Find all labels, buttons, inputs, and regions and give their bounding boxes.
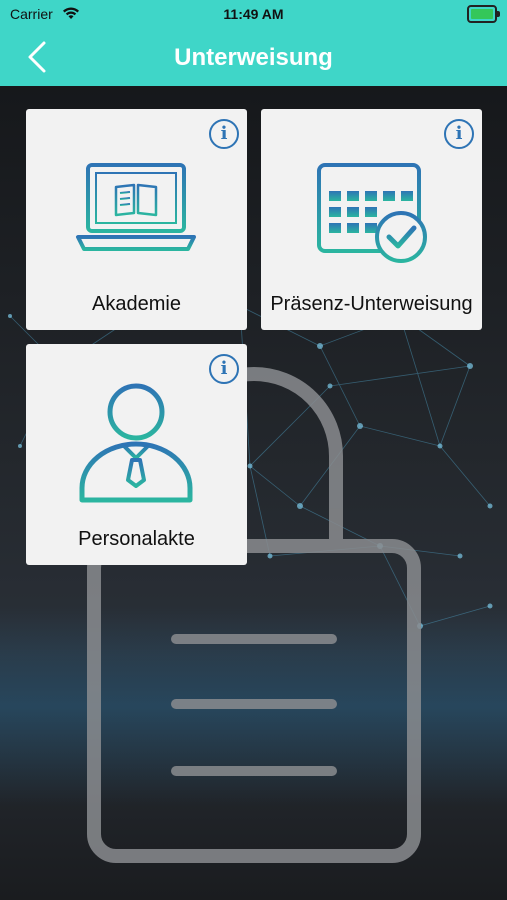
tile-personalakte[interactable]: i Personalakte — [26, 344, 247, 565]
info-icon[interactable]: i — [209, 119, 239, 149]
tile-label: Akademie — [92, 293, 181, 315]
info-icon[interactable]: i — [444, 119, 474, 149]
person-tie-icon — [79, 383, 193, 503]
page-title: Unterweisung — [174, 44, 333, 71]
tile-label: Personalakte — [78, 528, 195, 550]
navigation-bar: Unterweisung — [0, 28, 507, 86]
battery-icon — [467, 5, 500, 23]
tile-label: Präsenz-Unterweisung — [270, 293, 473, 315]
tile-akademie[interactable]: i Akademie — [26, 109, 247, 330]
status-bar: Carrier 11:49 AM — [0, 0, 507, 28]
tile-praesenz-unterweisung[interactable]: i Präsenz-Unterweisung — [261, 109, 482, 330]
info-icon[interactable]: i — [209, 354, 239, 384]
clock: 11:49 AM — [223, 6, 284, 22]
calendar-check-icon — [317, 155, 427, 263]
laptop-book-icon — [76, 163, 196, 251]
